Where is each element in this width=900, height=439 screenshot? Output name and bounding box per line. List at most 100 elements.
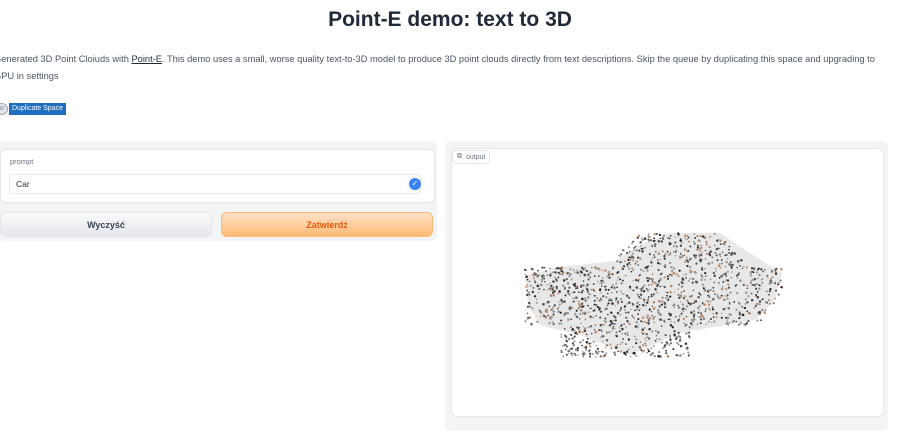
point bbox=[600, 330, 603, 333]
point bbox=[738, 316, 741, 320]
point bbox=[697, 311, 700, 314]
point bbox=[646, 299, 649, 302]
point bbox=[586, 296, 590, 299]
point bbox=[580, 291, 583, 294]
description: Generated 3D Point Cloiuds with Point-E.… bbox=[0, 51, 884, 84]
point bbox=[667, 318, 670, 321]
point bbox=[587, 326, 590, 329]
point bbox=[566, 271, 569, 275]
point bbox=[726, 297, 729, 300]
point bbox=[624, 274, 627, 277]
point bbox=[582, 339, 584, 341]
point bbox=[725, 316, 728, 319]
submit-button[interactable]: Zatwierdź bbox=[221, 212, 433, 237]
point bbox=[656, 291, 659, 294]
point bbox=[703, 290, 706, 293]
point bbox=[638, 303, 641, 306]
point bbox=[597, 328, 601, 332]
point bbox=[639, 293, 643, 296]
point bbox=[652, 301, 655, 304]
point bbox=[768, 293, 770, 296]
duplicate-space-badge[interactable]: ☺ Duplicate Space bbox=[0, 103, 66, 115]
point bbox=[640, 289, 643, 292]
point bbox=[714, 267, 717, 270]
prompt-input[interactable] bbox=[9, 174, 421, 194]
point bbox=[719, 262, 721, 265]
point bbox=[669, 234, 672, 237]
point bbox=[717, 247, 720, 250]
point bbox=[760, 284, 762, 287]
point bbox=[719, 296, 722, 299]
point bbox=[705, 308, 707, 310]
point bbox=[669, 242, 672, 245]
point bbox=[712, 312, 714, 315]
point bbox=[627, 265, 629, 268]
point bbox=[565, 278, 568, 281]
point bbox=[536, 274, 539, 277]
point bbox=[611, 329, 614, 332]
point bbox=[669, 266, 672, 269]
point bbox=[595, 304, 598, 307]
point bbox=[674, 254, 677, 257]
point bbox=[555, 278, 558, 281]
point bbox=[643, 349, 646, 352]
point bbox=[685, 260, 688, 263]
point bbox=[642, 290, 646, 293]
point bbox=[727, 307, 731, 310]
point bbox=[653, 237, 655, 240]
point bbox=[677, 288, 679, 290]
point bbox=[780, 286, 783, 289]
point bbox=[711, 321, 713, 324]
point bbox=[708, 294, 711, 297]
point bbox=[651, 315, 654, 317]
point bbox=[578, 303, 581, 306]
point bbox=[601, 285, 603, 287]
point bbox=[571, 354, 574, 357]
point bbox=[709, 317, 713, 321]
point bbox=[706, 289, 710, 293]
point bbox=[573, 300, 575, 303]
point bbox=[563, 328, 566, 330]
point bbox=[652, 239, 656, 243]
point bbox=[529, 305, 531, 308]
point bbox=[560, 319, 563, 322]
point bbox=[569, 326, 573, 329]
point bbox=[679, 354, 682, 357]
point bbox=[720, 316, 723, 319]
point bbox=[616, 302, 619, 305]
point bbox=[614, 299, 617, 302]
point bbox=[607, 313, 609, 316]
point bbox=[671, 269, 674, 272]
point bbox=[725, 260, 727, 263]
point bbox=[639, 257, 642, 260]
point bbox=[682, 317, 685, 321]
point bbox=[712, 272, 715, 274]
point bbox=[539, 315, 542, 318]
point bbox=[574, 312, 577, 315]
point bbox=[573, 291, 576, 293]
point bbox=[709, 235, 712, 238]
point bbox=[586, 337, 589, 340]
point bbox=[770, 281, 773, 284]
point bbox=[690, 302, 693, 305]
point bbox=[565, 337, 568, 339]
point bbox=[718, 276, 721, 279]
point bbox=[594, 266, 597, 269]
point bbox=[550, 288, 553, 291]
point bbox=[750, 298, 754, 302]
point bbox=[719, 239, 722, 242]
point bbox=[616, 271, 619, 274]
point bbox=[680, 312, 683, 315]
point bbox=[615, 335, 618, 338]
point bbox=[555, 267, 558, 270]
point bbox=[750, 267, 754, 270]
point-e-link[interactable]: Point-E bbox=[131, 54, 162, 64]
clear-button[interactable]: Wyczyść bbox=[0, 212, 212, 237]
point bbox=[613, 286, 616, 289]
point bbox=[718, 264, 721, 267]
point-cloud-plot[interactable] bbox=[520, 225, 790, 370]
point bbox=[622, 338, 625, 340]
point bbox=[653, 243, 657, 246]
point bbox=[610, 286, 613, 289]
point bbox=[687, 236, 690, 239]
